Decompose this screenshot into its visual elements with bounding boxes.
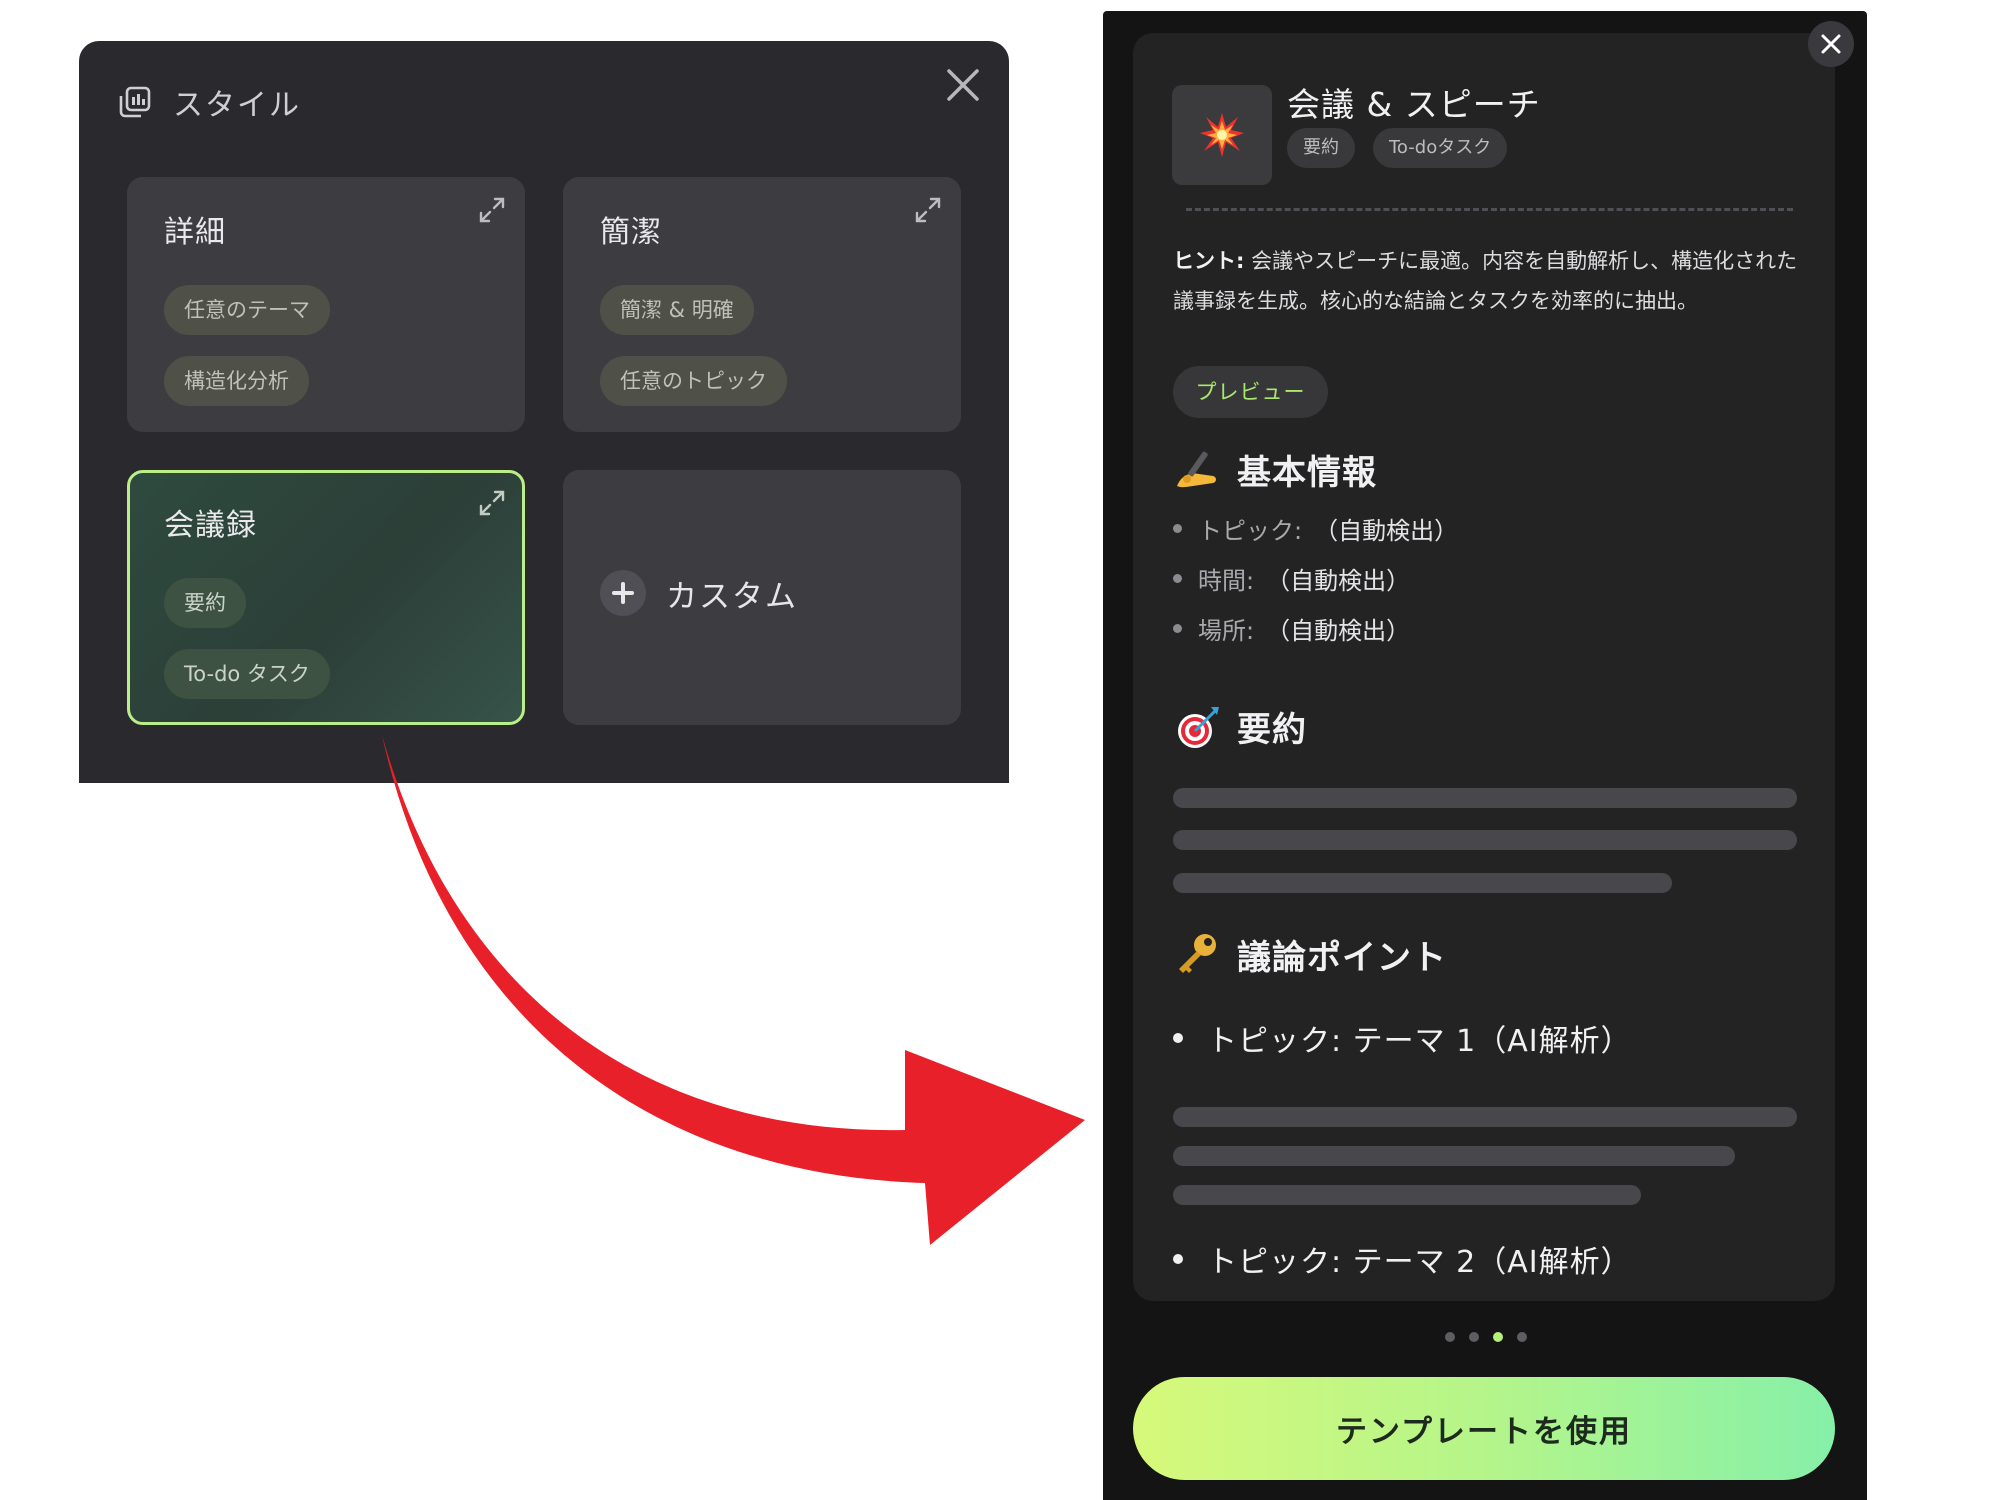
hint-body: 会議やスピーチに最適。内容を自動解析し、構造化された議事録を生成。核心的な結論と…: [1173, 249, 1798, 313]
chip: 構造化分析: [164, 356, 309, 406]
page-dot-active[interactable]: [1493, 1332, 1503, 1342]
info-row-time: 時間: （自動検出）: [1173, 561, 1410, 596]
skeleton-line: [1173, 788, 1797, 808]
layers-icon: [119, 86, 151, 118]
preview-phone: 会議 & スピーチ 要約 To-doタスク ヒント: 会議やスピーチに最適。内容…: [1103, 11, 1867, 1500]
chip: 任意のトピック: [600, 356, 787, 406]
chip: To-do タスク: [164, 649, 330, 699]
template-preview-card[interactable]: 会議 & スピーチ 要約 To-doタスク ヒント: 会議やスピーチに最適。内容…: [1133, 33, 1835, 1301]
key-icon: [1179, 933, 1216, 973]
chip: 簡潔 & 明確: [600, 285, 754, 335]
hint-text: ヒント: 会議やスピーチに最適。内容を自動解析し、構造化された議事録を生成。核心…: [1173, 241, 1798, 321]
skeleton-line: [1173, 1146, 1735, 1166]
info-value: （自動検出）: [1266, 567, 1411, 595]
preview-badge: プレビュー: [1173, 366, 1328, 418]
page-dot[interactable]: [1517, 1332, 1527, 1342]
info-key: トピック:: [1198, 517, 1303, 545]
topic-item: トピック: テーマ 2（AI解析）: [1173, 1237, 1632, 1281]
topic-item: トピック: テーマ 1（AI解析）: [1173, 1016, 1632, 1060]
custom-label: カスタム: [666, 578, 798, 615]
template-name: 会議 & スピーチ: [1287, 85, 1541, 124]
info-row-topic: トピック: （自動検出）: [1173, 511, 1458, 546]
expand-icon[interactable]: [913, 195, 943, 225]
page-dot[interactable]: [1445, 1332, 1455, 1342]
info-key: 時間:: [1198, 567, 1255, 595]
bullet: [1173, 1033, 1183, 1043]
skeleton-line: [1173, 830, 1797, 850]
style-card-detailed[interactable]: 詳細 任意のテーマ 構造化分析: [127, 177, 525, 432]
close-icon: [1821, 34, 1841, 54]
section-discussion: 議論ポイント: [1173, 930, 1447, 979]
info-key: 場所:: [1198, 617, 1255, 645]
page-indicator: [1445, 1332, 1541, 1342]
card-title: 簡潔: [600, 215, 662, 250]
info-row-place: 場所: （自動検出）: [1173, 611, 1410, 646]
style-panel: スタイル 詳細 任意のテーマ 構造化分析 簡潔 簡潔 & 明確 任意のトピック …: [79, 41, 1009, 783]
dashed-divider: [1186, 208, 1793, 211]
writing-hand-icon: [1177, 451, 1216, 487]
section-summary: 要約: [1173, 702, 1307, 751]
template-tag: 要約: [1287, 128, 1355, 168]
topic-label: トピック: テーマ 1（AI解析）: [1207, 1024, 1632, 1059]
expand-icon[interactable]: [477, 488, 507, 518]
section-title: 議論ポイント: [1237, 938, 1447, 978]
topic-label: トピック: テーマ 2（AI解析）: [1207, 1245, 1632, 1280]
hint-label: ヒント:: [1173, 249, 1245, 273]
page-dot[interactable]: [1469, 1332, 1479, 1342]
close-icon[interactable]: [943, 65, 983, 105]
chip: 要約: [164, 578, 246, 628]
bullet: [1173, 524, 1182, 533]
close-button[interactable]: [1808, 21, 1854, 67]
style-card-custom[interactable]: カスタム: [563, 470, 961, 725]
panel-title: スタイル: [173, 88, 301, 123]
bullet: [1173, 1254, 1183, 1264]
skeleton-line: [1173, 873, 1672, 893]
bullet: [1173, 624, 1182, 633]
skeleton-line: [1173, 1185, 1641, 1205]
card-title: 会議録: [164, 508, 257, 543]
arrow-icon: [382, 735, 1085, 1245]
template-tag: To-doタスク: [1373, 128, 1508, 168]
dart-icon: [1178, 706, 1219, 748]
custom-add[interactable]: カスタム: [600, 570, 798, 616]
panel-header: スタイル: [117, 77, 301, 127]
style-card-minutes[interactable]: 会議録 要約 To-do タスク: [127, 470, 525, 725]
plus-icon: [600, 570, 646, 616]
use-template-button[interactable]: テンプレートを使用: [1133, 1377, 1835, 1480]
chip: 任意のテーマ: [164, 285, 330, 335]
info-value: （自動検出）: [1314, 517, 1459, 545]
section-title: 基本情報: [1237, 453, 1377, 493]
section-basic-info: 基本情報: [1173, 445, 1377, 494]
skeleton-line: [1173, 1107, 1797, 1127]
info-value: （自動検出）: [1266, 617, 1411, 645]
bullet: [1173, 574, 1182, 583]
style-card-concise[interactable]: 簡潔 簡潔 & 明確 任意のトピック: [563, 177, 961, 432]
section-title: 要約: [1237, 710, 1307, 750]
card-title: 詳細: [164, 215, 226, 250]
expand-icon[interactable]: [477, 195, 507, 225]
explosion-icon: [1172, 85, 1272, 185]
